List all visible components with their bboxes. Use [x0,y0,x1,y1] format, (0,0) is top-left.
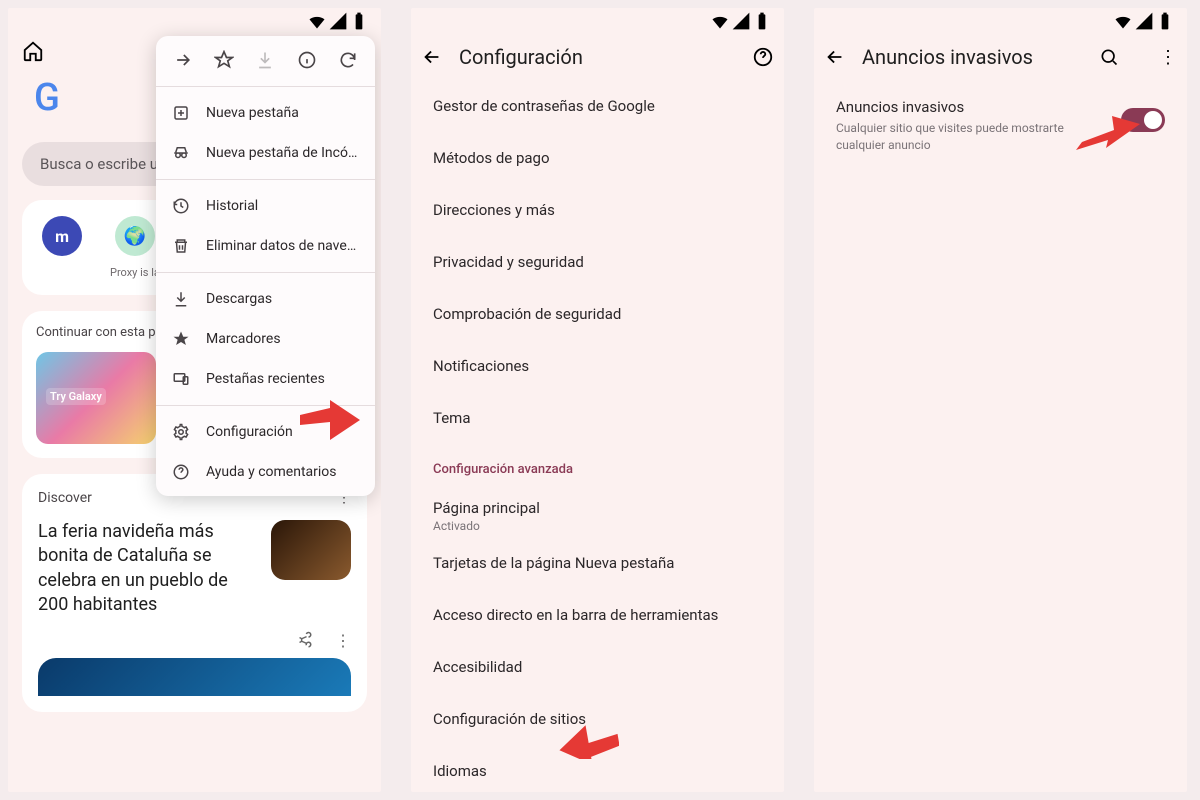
menu-downloads[interactable]: Descargas [156,279,375,319]
settings-theme[interactable]: Tema [411,392,784,444]
app-bar: Configuración [411,34,784,80]
signal-icon [328,11,348,31]
settings-ntp-cards[interactable]: Tarjetas de la página Nueva pestaña [411,537,784,589]
settings-addresses[interactable]: Direcciones y más [411,184,784,236]
menu-label: Marcadores [206,331,281,347]
plus-square-icon [172,104,190,122]
battery-icon [1155,11,1175,31]
google-g-icon: G [34,76,60,120]
page-title: Anuncios invasivos [862,45,1033,69]
help-icon [172,463,190,481]
wifi-icon [307,11,327,31]
settings-item-title: Página principal [433,499,762,517]
phone-panel-1: G Busca o escribe u m 🌍 Proxy is la Cont… [8,8,381,792]
overflow-menu: Nueva pestaña Nueva pestaña de Incó… His… [156,36,375,496]
phone-panel-2: Configuración Gestor de contraseñas de G… [411,8,784,792]
back-icon[interactable] [824,46,846,68]
menu-label: Eliminar datos de naveg… [206,238,359,254]
settings-payment[interactable]: Métodos de pago [411,132,784,184]
menu-recent-tabs[interactable]: Pestañas recientes [156,359,375,399]
row-description: Cualquier sitio que visites puede mostra… [836,120,1105,154]
star-icon[interactable] [214,50,234,70]
history-icon [172,197,190,215]
download-icon [172,290,190,308]
reload-icon[interactable] [338,50,358,70]
menu-history[interactable]: Historial [156,186,375,226]
news-image[interactable] [271,520,351,580]
settings-languages[interactable]: Idiomas [411,745,784,792]
continue-thumbnail[interactable] [36,352,156,444]
download-icon[interactable] [255,50,275,70]
status-icons [710,11,772,31]
settings-site-settings[interactable]: Configuración de sitios [411,693,784,745]
more-icon[interactable]: ⋮ [1159,47,1177,68]
menu-label: Nueva pestaña de Incó… [206,145,357,161]
devices-icon [172,370,190,388]
info-icon[interactable] [297,50,317,70]
settings-privacy[interactable]: Privacidad y seguridad [411,236,784,288]
menu-bookmarks[interactable]: Marcadores [156,319,375,359]
settings-accessibility[interactable]: Accesibilidad [411,641,784,693]
intrusive-ads-row[interactable]: Anuncios invasivos Cualquier sitio que v… [814,80,1187,172]
settings-toolbar-shortcut[interactable]: Acceso directo en la barra de herramient… [411,589,784,641]
wifi-icon [710,11,730,31]
settings-homepage[interactable]: Página principal Activado [411,485,784,537]
row-title: Anuncios invasivos [836,98,1105,116]
home-icon[interactable] [22,40,44,62]
news-image-2[interactable] [38,658,351,696]
status-icons [1113,11,1175,31]
wifi-icon [1113,11,1133,31]
shortcut-label: Proxy is la [110,266,160,279]
share-icon[interactable] [295,631,313,649]
help-icon[interactable] [752,46,774,68]
battery-icon [349,11,369,31]
menu-incognito[interactable]: Nueva pestaña de Incó… [156,133,375,173]
menu-label: Configuración [206,424,293,440]
discover-card: Discover ⋮ La feria navideña más bonita … [22,474,367,712]
status-bar [8,8,381,34]
settings-notifications[interactable]: Notificaciones [411,340,784,392]
shortcut-item[interactable]: 🌍 [115,216,155,256]
page-title: Configuración [459,45,583,69]
news-headline[interactable]: La feria navideña más bonita de Cataluña… [38,520,257,617]
menu-clear-data[interactable]: Eliminar datos de naveg… [156,226,375,266]
back-icon[interactable] [421,46,443,68]
settings-passwords[interactable]: Gestor de contraseñas de Google [411,80,784,132]
status-icons [307,11,369,31]
gear-icon [172,423,190,441]
menu-label: Pestañas recientes [206,371,325,387]
incognito-icon [172,144,190,162]
menu-label: Ayuda y comentarios [206,464,337,480]
settings-safety-check[interactable]: Comprobación de seguridad [411,288,784,340]
status-bar [411,8,784,34]
more-icon[interactable]: ⋮ [335,631,351,650]
search-icon[interactable] [1099,47,1119,67]
menu-new-tab[interactable]: Nueva pestaña [156,93,375,133]
app-bar: Anuncios invasivos ⋮ [814,34,1187,80]
signal-icon [731,11,751,31]
settings-list: Gestor de contraseñas de Google Métodos … [411,80,784,792]
settings-item-subtitle: Activado [433,519,762,533]
discover-header: Discover [38,490,92,506]
trash-icon [172,237,190,255]
phone-panel-3: Anuncios invasivos ⋮ Anuncios invasivos … [814,8,1187,792]
menu-label: Nueva pestaña [206,105,299,121]
signal-icon [1134,11,1154,31]
battery-icon [752,11,772,31]
shortcut-item[interactable]: m [42,216,82,256]
menu-help[interactable]: Ayuda y comentarios [156,452,375,492]
star-filled-icon [172,330,190,348]
settings-advanced-header: Configuración avanzada [411,444,784,485]
menu-settings[interactable]: Configuración [156,412,375,452]
status-bar [814,8,1187,34]
forward-icon[interactable] [173,50,193,70]
toggle-switch[interactable] [1121,108,1165,132]
menu-label: Historial [206,198,258,214]
menu-label: Descargas [206,291,272,307]
